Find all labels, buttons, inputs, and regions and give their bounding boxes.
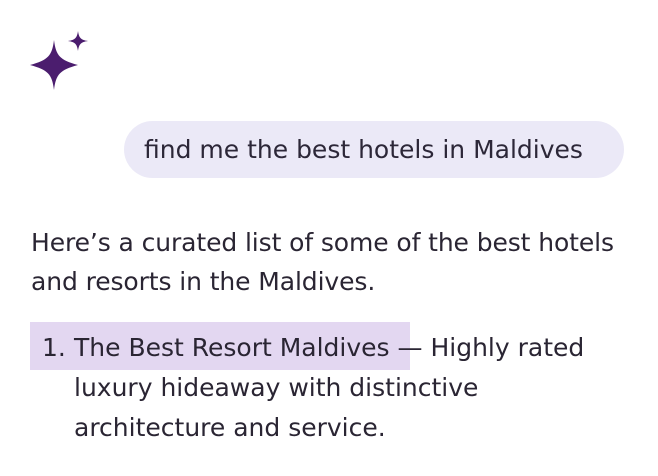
list-item-number: 1.: [42, 333, 66, 362]
user-message-text: find me the best hotels in Maldives: [144, 135, 583, 164]
sparkle-icon: [30, 31, 88, 90]
response-intro: Here’s a curated list of some of the bes…: [31, 228, 614, 296]
hotel-name[interactable]: The Best Resort Maldives: [74, 333, 390, 362]
list-item-text: The Best Resort Maldives — Highly rated …: [74, 322, 634, 448]
user-message-bubble: find me the best hotels in Maldives: [124, 121, 624, 178]
chat-view: find me the best hotels in Maldives Here…: [0, 0, 658, 476]
list-item: 1. The Best Resort Maldives — Highly rat…: [30, 322, 640, 448]
hotel-list: 1. The Best Resort Maldives — Highly rat…: [30, 322, 640, 448]
